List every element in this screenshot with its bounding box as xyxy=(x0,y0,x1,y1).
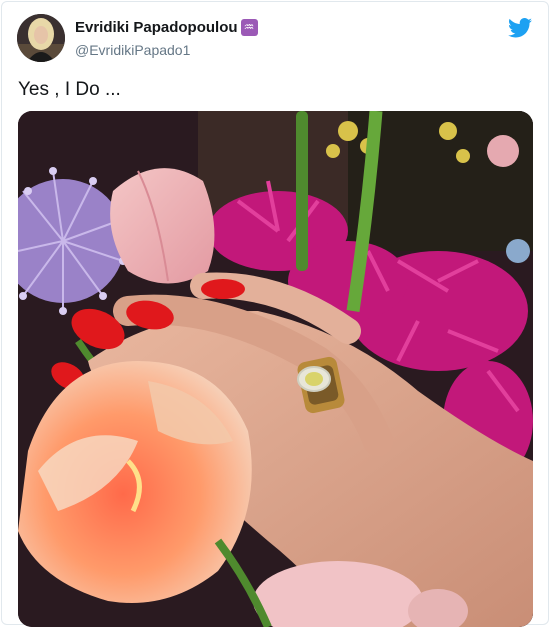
display-name[interactable]: Evridiki Papadopoulou xyxy=(75,19,238,36)
twitter-bird-icon[interactable] xyxy=(508,18,532,38)
photo-image xyxy=(18,111,533,627)
avatar-image xyxy=(17,14,65,62)
user-handle[interactable]: @EvridikiPapado1 xyxy=(75,42,190,58)
aquarius-icon: ♒ xyxy=(240,19,258,36)
avatar[interactable] xyxy=(17,14,65,62)
tweet-photo[interactable] xyxy=(18,111,533,627)
author-name-row: Evridiki Papadopoulou ♒ xyxy=(75,19,258,36)
tweet-text: Yes , I Do ... xyxy=(18,79,121,100)
tweet-card[interactable]: Evridiki Papadopoulou ♒ @EvridikiPapado1… xyxy=(1,1,549,627)
